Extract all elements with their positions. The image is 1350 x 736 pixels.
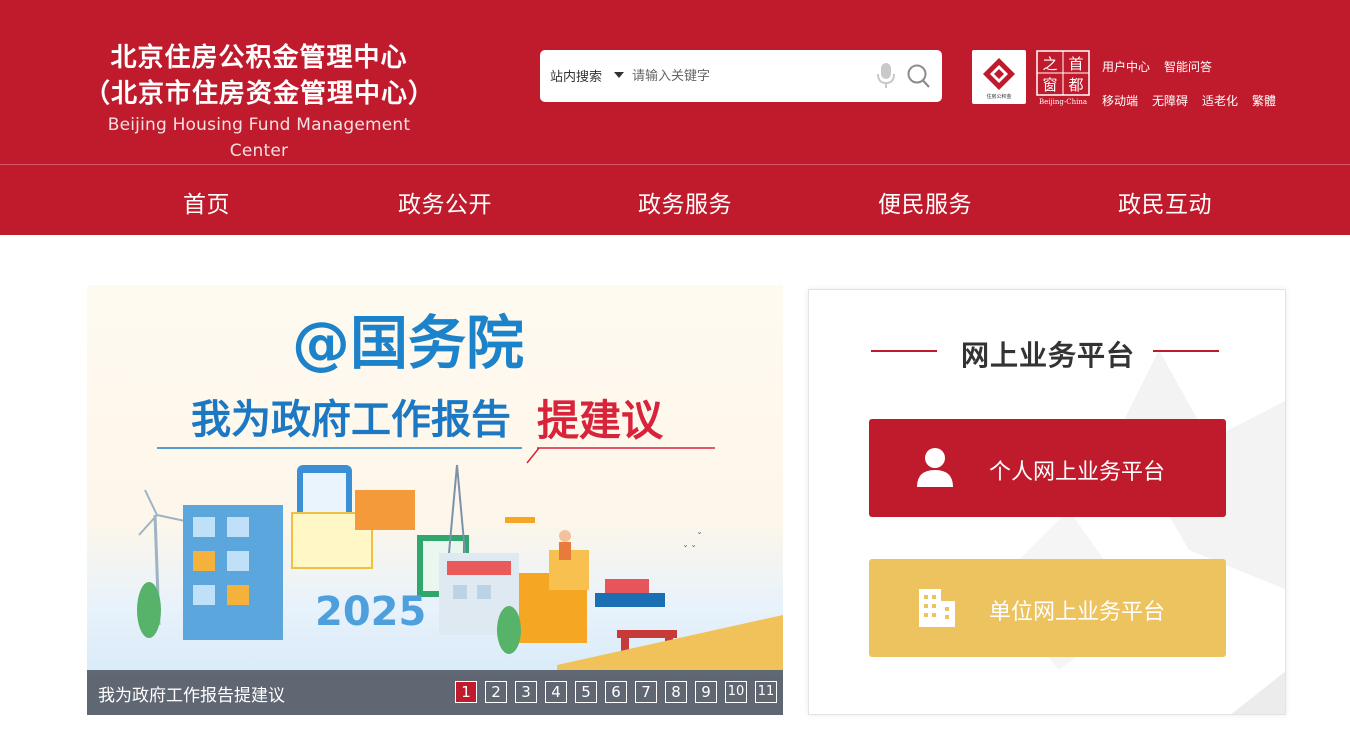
banner-subline-emphasis: 提建议 [537, 396, 664, 445]
personal-platform-button[interactable]: 个人网上业务平台 [869, 419, 1226, 517]
banner-page-2[interactable]: 2 [485, 681, 507, 703]
svg-text:ˇ: ˇ [697, 531, 702, 543]
capital-window-logo[interactable]: 之 首 窗 都 Beijing-China [1036, 50, 1090, 106]
microphone-icon[interactable] [876, 62, 896, 90]
banner-headline: @国务院 [292, 309, 524, 377]
site-title-en: Beijing Housing Fund Management Center [107, 115, 411, 161]
site-logo[interactable]: 北京住房公积金管理中心 （北京市住房资金管理中心） Beijing Housin… [84, 40, 434, 164]
banner-page-4[interactable]: 4 [545, 681, 567, 703]
banner-page-6[interactable]: 6 [605, 681, 627, 703]
banner-page-3[interactable]: 3 [515, 681, 537, 703]
nav-item-gov-affairs-open[interactable]: 政务公开 [398, 185, 492, 219]
user-center-link[interactable]: 用户中心 [1102, 58, 1150, 75]
unit-platform-button[interactable]: 单位网上业务平台 [869, 559, 1226, 657]
svg-text:首: 首 [1068, 55, 1083, 73]
site-title-line1: 北京住房公积金管理中心 [110, 43, 408, 73]
search-scope-dropdown[interactable]: 站内搜索 [550, 66, 602, 85]
banner-artwork: @国务院 我为政府工作报告 提建议 2025 ˇ ˇ ˇ [137, 309, 783, 670]
search-input[interactable] [632, 62, 852, 90]
accessibility-link[interactable]: 无障碍 [1152, 92, 1188, 109]
main-nav: 首页 政务公开 政务服务 便民服务 政民互动 [0, 165, 1350, 235]
nav-item-interaction[interactable]: 政民互动 [1118, 185, 1212, 219]
elderly-mode-link[interactable]: 适老化 [1202, 92, 1238, 109]
unit-platform-label: 单位网上业务平台 [989, 600, 1166, 625]
banner-page-5[interactable]: 5 [575, 681, 597, 703]
personal-platform-label: 个人网上业务平台 [989, 460, 1166, 485]
nav-item-public-services[interactable]: 便民服务 [878, 185, 972, 219]
site-title-line2: （北京市住房资金管理中心） [84, 79, 436, 109]
caret-down-icon[interactable] [614, 72, 624, 78]
capital-window-caption: Beijing-China [1038, 98, 1088, 106]
online-business-panel: 网上业务平台 个人网上业务平台 单位网上业务平台 [808, 289, 1286, 715]
site-header: 北京住房公积金管理中心 （北京市住房资金管理中心） Beijing Housin… [0, 0, 1350, 164]
housing-fund-logo-caption: 住房公积金 [986, 94, 1012, 100]
nav-item-gov-services[interactable]: 政务服务 [638, 185, 732, 219]
person-icon [917, 448, 953, 487]
banner-year: 2025 [315, 589, 426, 635]
banner-page-8[interactable]: 8 [665, 681, 687, 703]
traditional-chinese-link[interactable]: 繁體 [1252, 92, 1276, 109]
svg-text:都: 都 [1068, 76, 1083, 94]
svg-text:窗: 窗 [1042, 76, 1057, 94]
banner-page-10[interactable]: 10 [725, 681, 747, 703]
mobile-link[interactable]: 移动端 [1102, 92, 1138, 109]
banner-caption[interactable]: 我为政府工作报告提建议 [98, 681, 285, 706]
svg-text:之: 之 [1042, 55, 1057, 73]
svg-text:ˇ ˇ: ˇ ˇ [683, 544, 696, 556]
banner-carousel[interactable]: @国务院 我为政府工作报告 提建议 2025 ˇ ˇ ˇ 我为政府工作报告提建议… [87, 285, 783, 715]
panel-title: 网上业务平台 [960, 339, 1135, 372]
smart-qa-link[interactable]: 智能问答 [1164, 58, 1212, 75]
banner-page-9[interactable]: 9 [695, 681, 717, 703]
search-icon[interactable] [906, 62, 932, 90]
nav-item-home[interactable]: 首页 [183, 185, 230, 219]
housing-fund-logo[interactable]: 住房公积金 [972, 50, 1026, 104]
banner-subline: 我为政府工作报告 [191, 397, 511, 443]
banner-page-1[interactable]: 1 [455, 681, 477, 703]
banner-page-7[interactable]: 7 [635, 681, 657, 703]
banner-caption-bar: 我为政府工作报告提建议 1 2 3 4 5 6 7 8 9 10 11 [87, 670, 783, 715]
panel-title-line-right [1153, 350, 1219, 352]
capital-window-emblem-icon: 之 首 窗 都 [1036, 50, 1090, 96]
banner-page-11[interactable]: 11 [755, 681, 777, 703]
building-icon [919, 589, 955, 627]
